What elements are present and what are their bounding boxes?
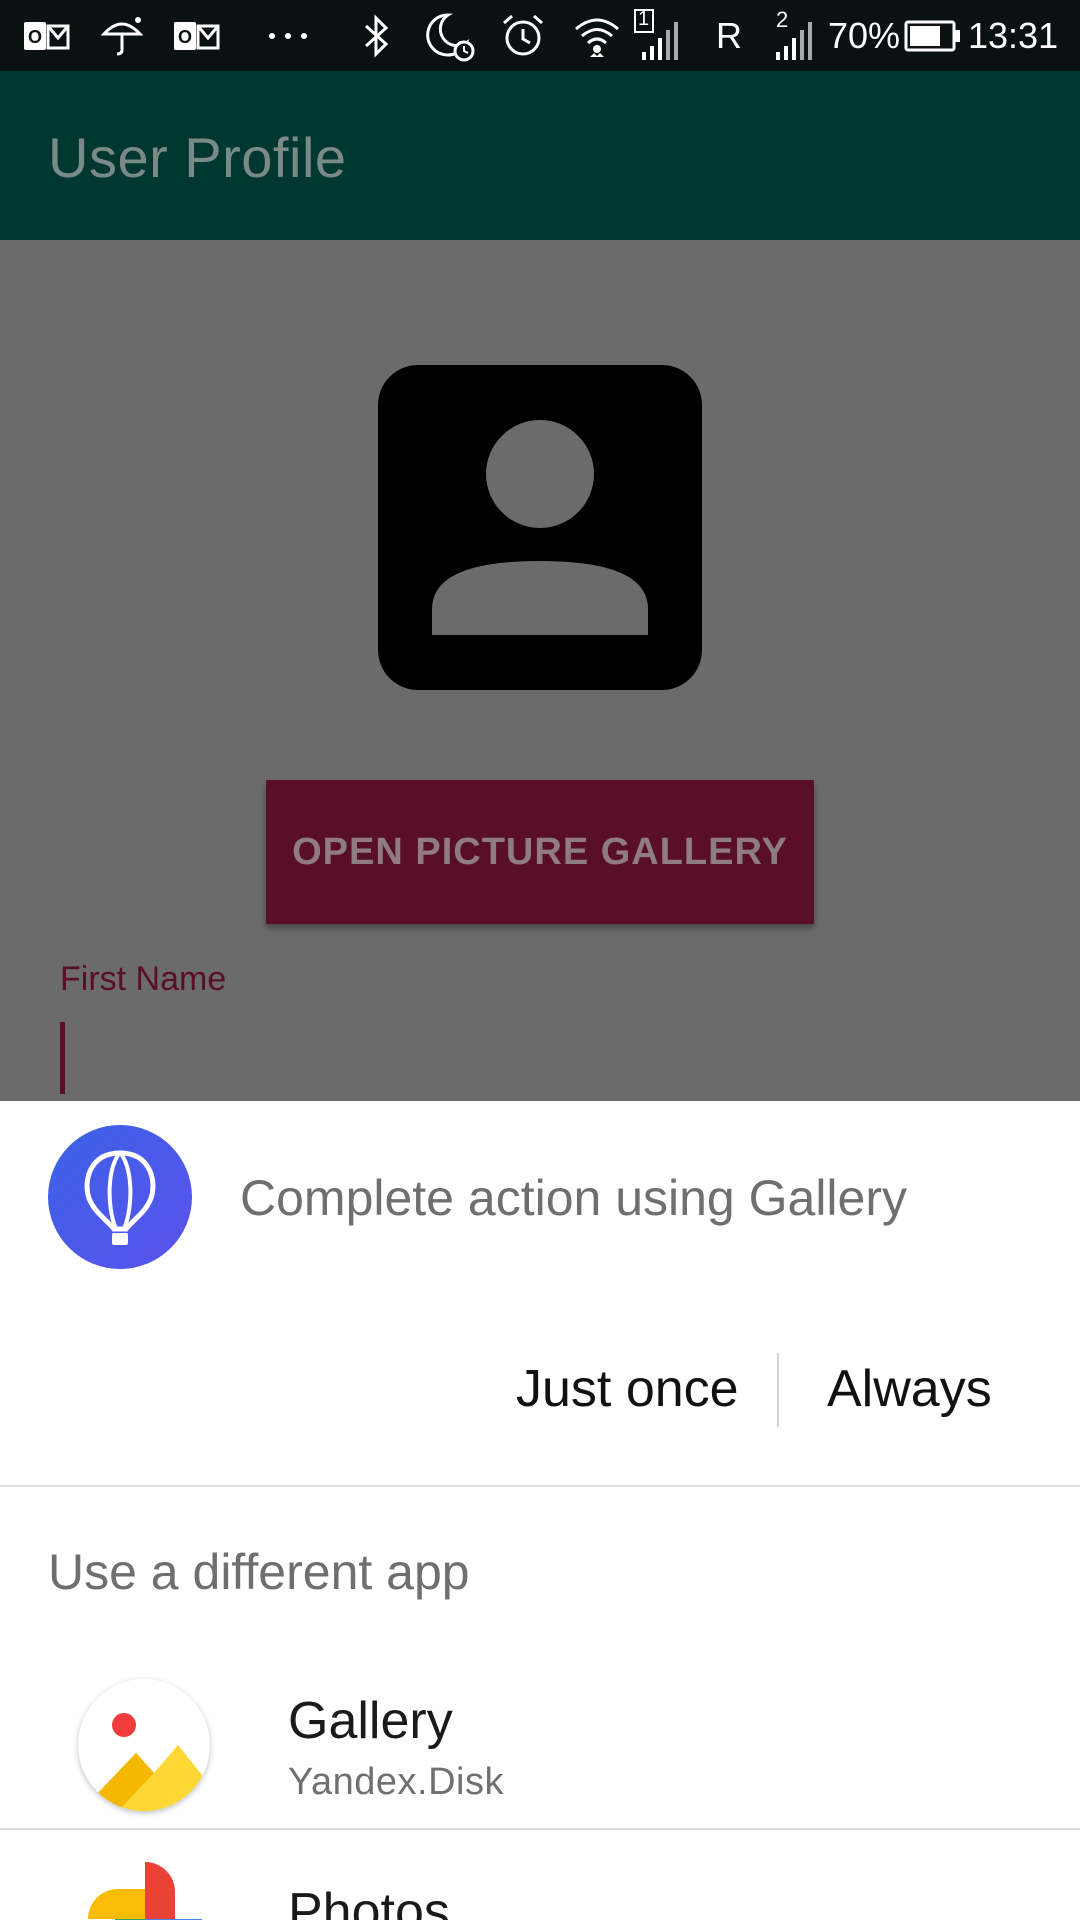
status-bar: O O 1 R 2 70% 13:31 <box>0 0 1080 71</box>
battery-icon <box>904 0 962 71</box>
page-title: User Profile <box>48 126 347 189</box>
svg-text:O: O <box>28 27 42 47</box>
just-once-button[interactable]: Just once <box>516 1359 739 1419</box>
alarm-icon <box>500 0 546 71</box>
bluetooth-icon <box>362 0 392 71</box>
app-chooser-sheet: Complete action using Gallery Just once … <box>0 1101 1080 1920</box>
first-name-label: First Name <box>60 960 227 998</box>
wifi-icon <box>572 0 622 71</box>
profile-content: OPEN PICTURE GALLERY First Name <box>0 240 1080 1101</box>
outlook-icon: O <box>172 0 220 71</box>
svg-text:O: O <box>178 27 192 47</box>
outlook-icon: O <box>22 0 70 71</box>
battery-percent: 70% <box>828 14 901 56</box>
app-bar: User Profile <box>0 71 1080 240</box>
clock: 13:31 <box>968 14 1059 56</box>
sim1-label: 1 <box>638 8 650 30</box>
person-icon <box>432 420 648 635</box>
app-subtitle: Yandex.Disk <box>288 1761 505 1803</box>
divider <box>0 1485 1080 1487</box>
roaming-indicator: R <box>716 14 742 56</box>
more-icon <box>266 0 310 71</box>
app-option-photos[interactable]: Photos <box>0 1830 1080 1920</box>
always-button[interactable]: Always <box>827 1359 992 1419</box>
umbrella-icon <box>100 0 144 71</box>
button-divider <box>777 1353 779 1427</box>
avatar[interactable] <box>378 365 702 690</box>
open-picture-gallery-button[interactable]: OPEN PICTURE GALLERY <box>266 780 814 924</box>
first-name-field[interactable] <box>60 1022 65 1094</box>
do-not-disturb-icon <box>424 0 478 71</box>
signal-icon <box>772 0 818 71</box>
chooser-title: Complete action using Gallery <box>240 1170 907 1226</box>
use-different-app-heading: Use a different app <box>48 1544 470 1600</box>
screen: O O 1 R 2 70% 13:31 User Profile OPEN PI… <box>0 0 1080 1920</box>
gallery-app-icon <box>78 1679 210 1811</box>
gallery-balloon-icon <box>48 1125 192 1269</box>
google-photos-icon <box>80 1854 210 1920</box>
app-name: Gallery <box>288 1692 453 1750</box>
app-name: Photos <box>288 1883 450 1920</box>
